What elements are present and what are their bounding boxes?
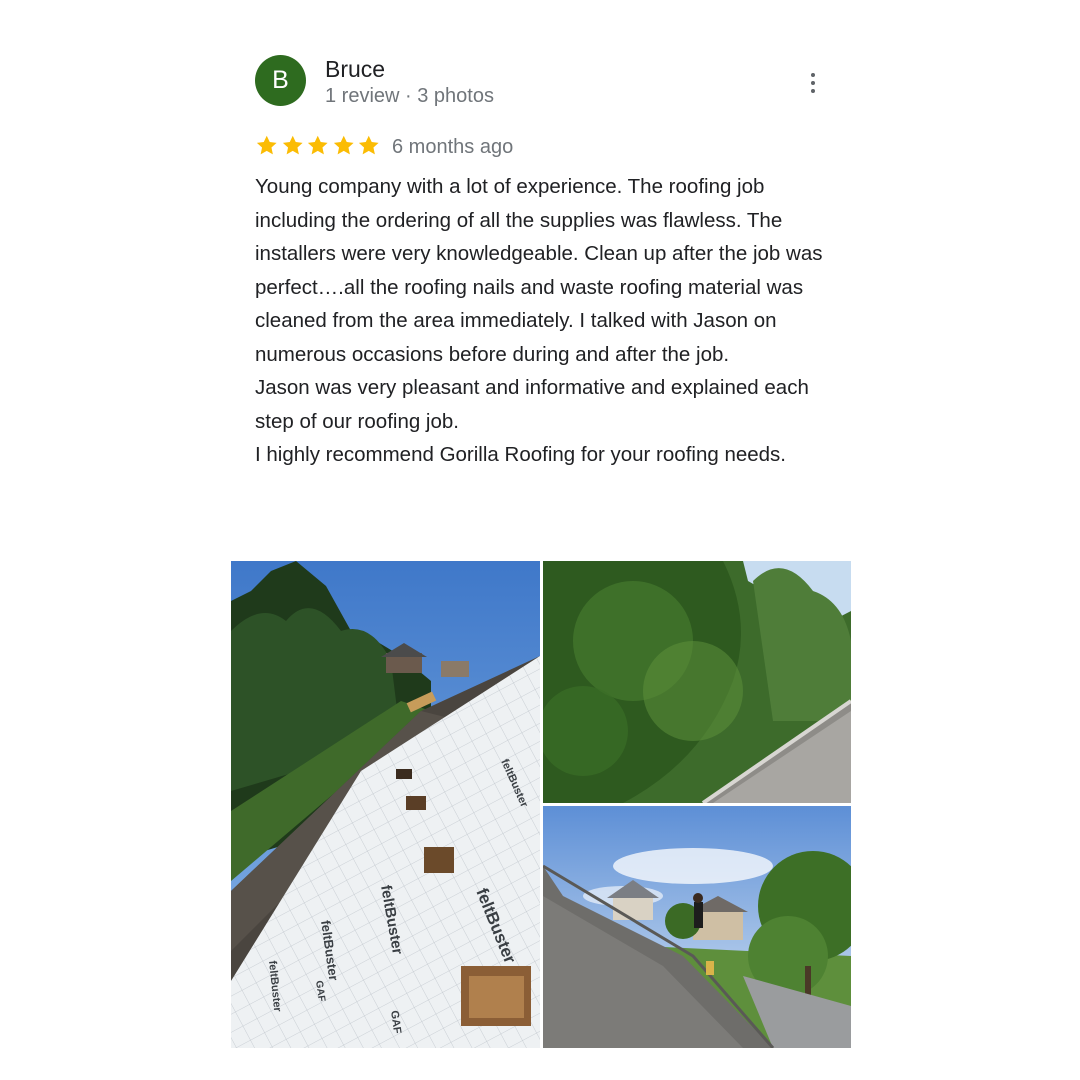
star-icon (358, 135, 379, 155)
reviewer-name[interactable]: Bruce (325, 56, 385, 83)
star-icon (333, 135, 354, 155)
review-paragraph: I highly recommend Gorilla Roofing for y… (255, 443, 786, 466)
review-photo-trees[interactable] (543, 561, 851, 803)
review-paragraph: Young company with a lot of experience. … (255, 175, 823, 366)
star-rating (255, 134, 381, 157)
reviewer-meta: 1 review · 3 photos (325, 85, 494, 107)
star-icon (256, 135, 277, 155)
avatar[interactable]: B (255, 55, 306, 106)
avatar-initial: B (272, 66, 289, 94)
review-text: Young company with a lot of experience. … (255, 170, 835, 472)
review-paragraph: Jason was very pleasant and informative … (255, 376, 809, 433)
star-icon (282, 135, 303, 155)
star-icon (307, 135, 328, 155)
more-vert-icon[interactable] (798, 68, 828, 98)
review-age: 6 months ago (392, 136, 514, 158)
review-photo-roof-underlayment[interactable]: feltBuster feltBuster feltBuster feltBus… (231, 561, 540, 1048)
review-photo-roofline[interactable] (543, 806, 851, 1048)
